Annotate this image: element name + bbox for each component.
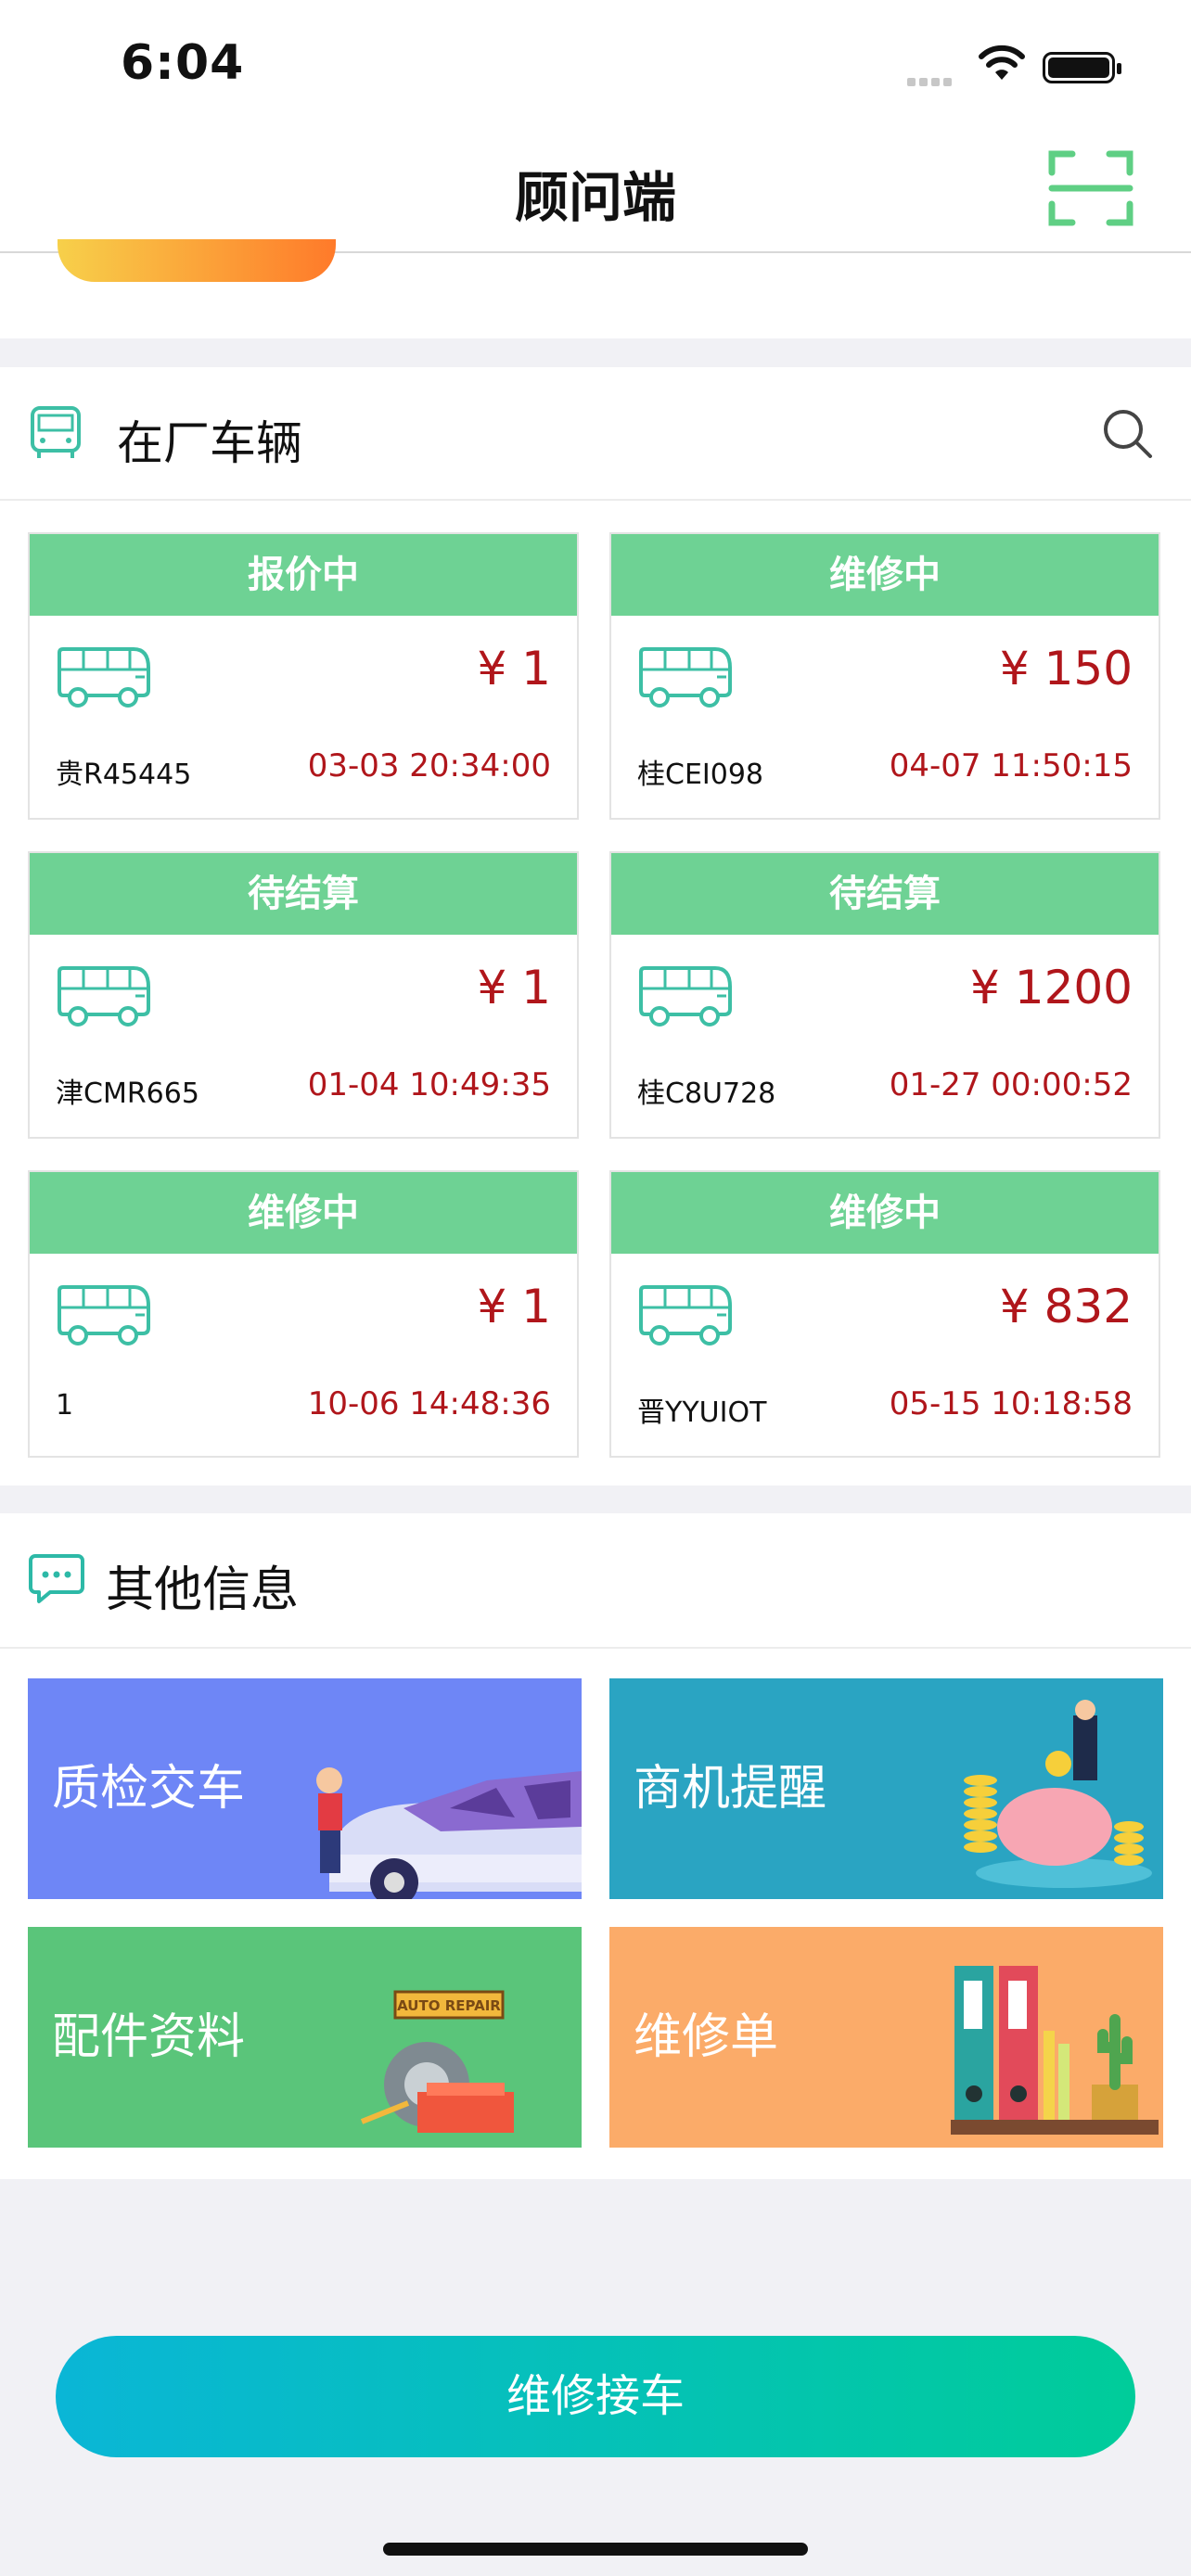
vehicle-time: 05-15 10:18:58: [889, 1385, 1133, 1422]
vehicle-card[interactable]: 报价中 ¥ 1 贵R45445 03-03 20:34:00: [28, 532, 579, 820]
vehicle-status: 维修中: [611, 534, 1159, 616]
vehicle-price: ¥ 1: [477, 642, 551, 695]
vehicle-plate: 桂CEI098: [637, 759, 764, 791]
vehicle-plate: 贵R45445: [56, 759, 192, 791]
vehicle-time: 01-04 10:49:35: [307, 1066, 551, 1103]
tile-repair-order[interactable]: 维修单: [609, 1927, 1163, 2148]
vehicle-price: ¥ 832: [999, 1280, 1133, 1333]
other-info-section: 其他信息 质检交车 商机提醒 AUTO REPAIR 配件资料 维修单: [0, 1513, 1191, 2179]
bus-icon: [56, 961, 152, 1033]
vehicle-time: 04-07 11:50:15: [889, 747, 1133, 784]
bus-icon: [28, 404, 83, 465]
vehicle-price: ¥ 1: [477, 961, 551, 1014]
tile-parts-info[interactable]: AUTO REPAIR 配件资料: [28, 1927, 582, 2148]
bus-icon: [56, 642, 152, 714]
tile-quality-check[interactable]: 质检交车: [28, 1678, 582, 1899]
vehicle-card[interactable]: 待结算 ¥ 1200 桂C8U728 01-27 00:00:52: [609, 851, 1160, 1139]
folders-illustration: [951, 1966, 1159, 2135]
vehicle-plate: 晋YYUIOT: [637, 1396, 767, 1429]
bus-icon: [637, 642, 734, 714]
other-info-title: 其他信息: [106, 1562, 300, 1618]
vehicle-card[interactable]: 待结算 ¥ 1 津CMR665 01-04 10:49:35: [28, 851, 579, 1139]
auto-repair-sign: AUTO REPAIR: [397, 1997, 501, 2014]
vehicle-price: ¥ 1: [477, 1280, 551, 1333]
tile-business-reminder[interactable]: 商机提醒: [609, 1678, 1163, 1899]
car-repair-illustration: [316, 1767, 582, 1899]
tile-label: 商机提醒: [634, 1761, 827, 1817]
vehicle-status: 维修中: [611, 1172, 1159, 1254]
scan-icon: [1048, 150, 1133, 226]
vehicle-time: 01-27 00:00:52: [889, 1066, 1133, 1103]
page-title: 顾问端: [514, 166, 676, 229]
vehicle-status: 待结算: [611, 853, 1159, 935]
vehicle-plate: 桂C8U728: [637, 1078, 776, 1110]
battery-icon: [1043, 52, 1121, 83]
tile-label: 质检交车: [52, 1761, 246, 1817]
banner-edge[interactable]: [58, 239, 336, 282]
piggy-bank-illustration: [964, 1700, 1152, 1888]
vehicle-status: 报价中: [30, 534, 577, 616]
other-info-header: 其他信息: [0, 1513, 1191, 1649]
bus-icon: [56, 1280, 152, 1352]
vehicle-price: ¥ 1200: [970, 961, 1133, 1014]
wifi-icon: [977, 45, 1027, 85]
search-icon: [1104, 410, 1152, 458]
auto-repair-illustration: AUTO REPAIR: [360, 1990, 514, 2133]
vehicle-price: ¥ 150: [999, 642, 1133, 695]
vehicle-plate: 津CMR665: [56, 1078, 199, 1110]
bus-icon: [637, 961, 734, 1033]
home-indicator: [383, 2543, 808, 2556]
vehicle-card[interactable]: 维修中 ¥ 1 1 10-06 14:48:36: [28, 1170, 579, 1458]
vehicle-card[interactable]: 维修中 ¥ 832 晋YYUIOT 05-15 10:18:58: [609, 1170, 1160, 1458]
cellular-signal-icon: [907, 72, 955, 90]
vehicle-card[interactable]: 维修中 ¥ 150 桂CEI098 04-07 11:50:15: [609, 532, 1160, 820]
tile-label: 维修单: [634, 2009, 779, 2065]
vehicle-status: 待结算: [30, 853, 577, 935]
tile-label: 配件资料: [52, 2009, 246, 2065]
vehicles-section: 在厂车辆 报价中 ¥ 1 贵R45445 03-03 20:34:00 维修中 ¥ 150…: [0, 367, 1191, 1486]
chat-icon: [28, 1552, 85, 1610]
vehicle-time: 10-06 14:48:36: [307, 1385, 551, 1422]
vehicle-time: 03-03 20:34:00: [307, 747, 551, 784]
receive-vehicle-button[interactable]: 维修接车: [56, 2336, 1135, 2457]
status-time: 6:04: [121, 35, 245, 91]
vehicle-plate: 1: [56, 1389, 74, 1422]
bus-icon: [637, 1280, 734, 1352]
vehicles-section-title: 在厂车辆: [117, 416, 302, 470]
vehicle-status: 维修中: [30, 1172, 577, 1254]
scan-button[interactable]: [1048, 148, 1133, 228]
vehicles-section-header: 在厂车辆: [0, 367, 1191, 501]
search-button[interactable]: [1102, 408, 1154, 464]
